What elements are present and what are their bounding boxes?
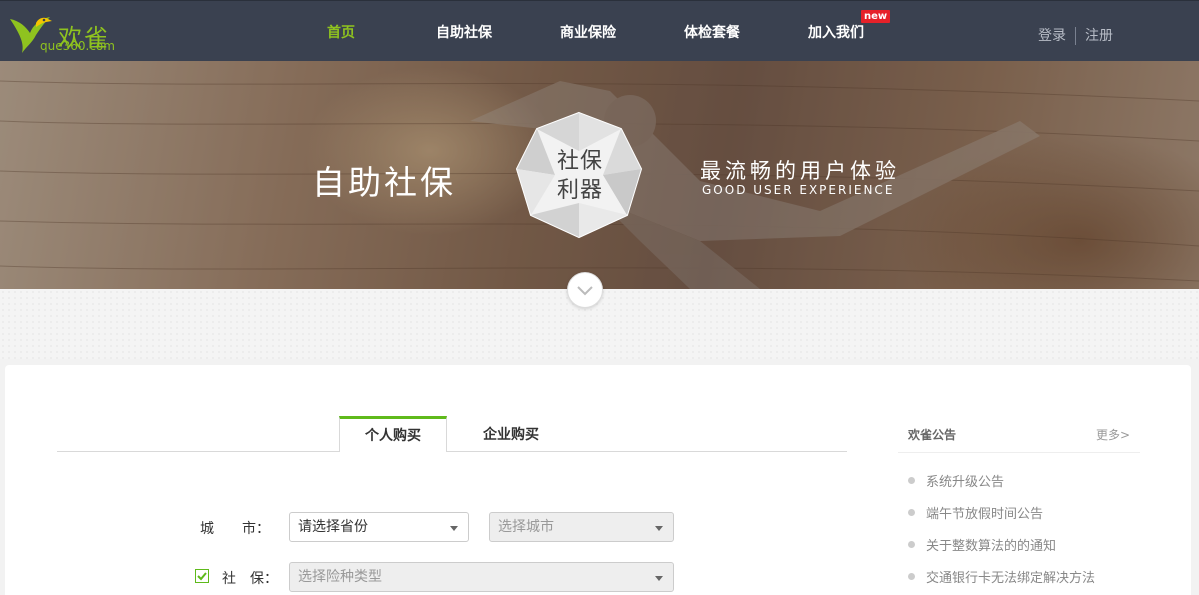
notice-item[interactable]: 关于整数算法的的通知 <box>908 535 1056 554</box>
city-label: 城 市： <box>200 521 270 537</box>
insurance-type-select[interactable]: 选择险种类型 <box>289 562 674 592</box>
notice-item-text: 系统升级公告 <box>926 475 1005 490</box>
banner-slogan-en: GOOD USER EXPERIENCE <box>702 183 895 197</box>
notice-item[interactable]: 端午节放假时间公告 <box>908 503 1043 522</box>
province-select-value: 请选择省份 <box>298 519 368 535</box>
notice-title: 欢雀公告 <box>908 428 957 442</box>
auth-links: 登录 注册 <box>1038 25 1113 45</box>
chevron-down-icon <box>577 286 593 296</box>
register-link[interactable]: 注册 <box>1085 28 1113 44</box>
nav-home[interactable]: 首页 <box>327 22 355 42</box>
gem-line-1: 社保 <box>556 149 603 174</box>
social-security-checkbox[interactable] <box>195 569 209 583</box>
notice-item[interactable]: 交通银行卡无法绑定解决方法 <box>908 567 1095 586</box>
logo-domain: que360.com <box>40 39 115 53</box>
caret-down-icon <box>450 526 458 531</box>
social-security-label: 社 保： <box>222 571 278 587</box>
login-link[interactable]: 登录 <box>1038 28 1066 44</box>
tab-enterprise-purchase[interactable]: 企业购买 <box>457 416 565 452</box>
bullet-dot-icon <box>908 573 915 580</box>
notice-more-link[interactable]: 更多> <box>1096 426 1130 443</box>
caret-down-icon <box>655 576 663 581</box>
notice-header: 欢雀公告 更多> <box>898 416 1140 453</box>
nav-self-social-security[interactable]: 自助社保 <box>436 22 492 42</box>
banner-slogan: 最流畅的用户体验 <box>700 159 900 183</box>
notice-item-text: 交通银行卡无法绑定解决方法 <box>926 571 1096 586</box>
notice-item[interactable]: 系统升级公告 <box>908 471 1004 490</box>
gem-line-2: 利器 <box>556 178 603 203</box>
nav-join-us[interactable]: 加入我们 <box>808 22 864 42</box>
bullet-dot-icon <box>908 509 915 516</box>
hero-banner: 自助社保 社保 利器 最流畅的用户体验 GOOD USER EXPERIENCE <box>0 61 1199 289</box>
insurance-type-select-value: 选择险种类型 <box>298 569 382 585</box>
province-select[interactable]: 请选择省份 <box>289 512 469 542</box>
city-select-value: 选择城市 <box>498 519 554 535</box>
gem-caption: 社保 利器 <box>548 147 612 205</box>
banner-title: 自助社保 <box>312 163 456 202</box>
notice-item-text: 关于整数算法的的通知 <box>926 539 1057 554</box>
new-badge: new <box>861 10 891 23</box>
tabs-underline <box>57 451 847 452</box>
city-select[interactable]: 选择城市 <box>489 512 674 542</box>
nav-commercial-insurance[interactable]: 商业保险 <box>560 22 616 42</box>
notice-item-text: 端午节放假时间公告 <box>926 507 1044 522</box>
top-header: 欢雀 que360.com 首页 自助社保 商业保险 体检套餐 加入我们 new… <box>0 0 1199 61</box>
bullet-dot-icon <box>908 477 915 484</box>
checkmark-icon <box>197 572 207 581</box>
tab-personal-purchase[interactable]: 个人购买 <box>339 416 447 452</box>
caret-down-icon <box>655 526 663 531</box>
purchase-panel <box>5 365 1191 595</box>
nav-health-checkup[interactable]: 体检套餐 <box>684 22 740 42</box>
scroll-down-button[interactable] <box>567 272 603 308</box>
auth-divider <box>1075 27 1076 45</box>
bullet-dot-icon <box>908 541 915 548</box>
site-logo[interactable]: 欢雀 que360.com <box>6 9 116 55</box>
